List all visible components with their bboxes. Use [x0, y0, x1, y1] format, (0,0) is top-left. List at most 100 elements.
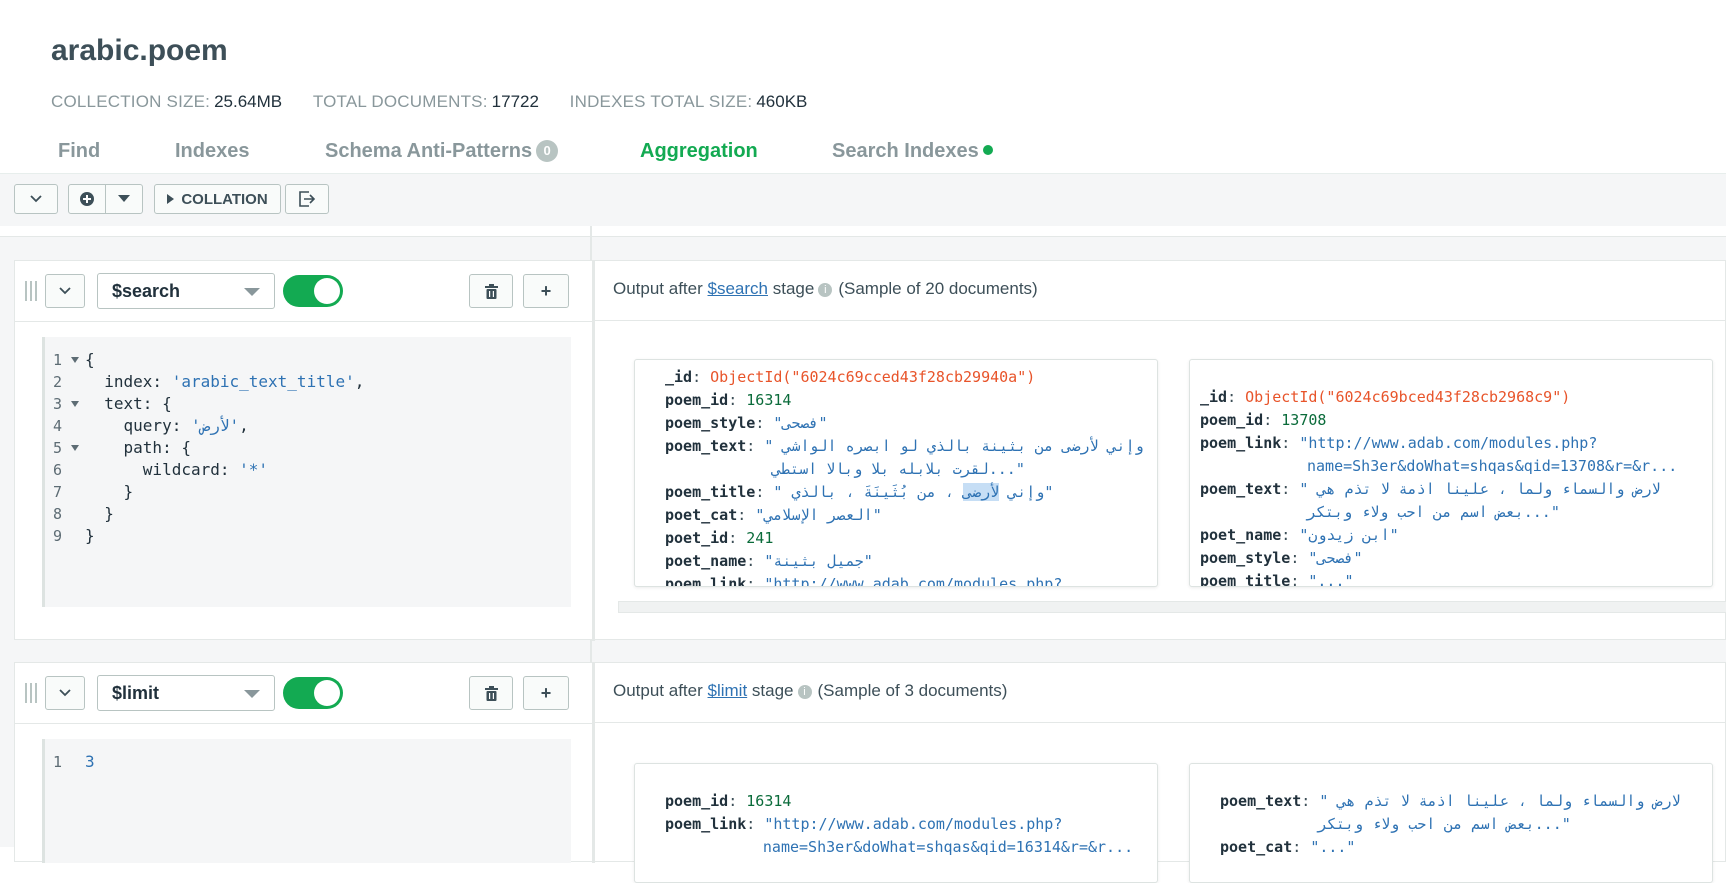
- stage-code-editor[interactable]: 13: [42, 739, 571, 863]
- code-token: }: [85, 504, 114, 523]
- tab-search-indexes[interactable]: Search Indexes: [832, 140, 993, 163]
- drag-handle-icon[interactable]: [25, 683, 39, 703]
- chevron-down-icon: [59, 689, 71, 697]
- code-text: wildcard: '*': [85, 459, 268, 481]
- field-value-continuation: name=Sh3er&doWhat=shqas&qid=16314&r=&r..…: [762, 838, 1134, 856]
- field-value-continuation: name=Sh3er&doWhat=shqas&qid=13708&r=&r..…: [1307, 457, 1678, 475]
- stage-card-search: $search + 1{2 index: 'arabic_text_title'…: [14, 260, 1726, 641]
- field-key: poem_id: [1200, 411, 1264, 429]
- pipeline-workspace: $search + 1{2 index: 'arabic_text_title'…: [0, 226, 1726, 883]
- plus-icon: +: [540, 280, 552, 301]
- stage-operator-select[interactable]: $search: [97, 273, 275, 309]
- code-line: 3 text: {: [45, 393, 565, 415]
- field-value: "ابن زيدون": [1299, 526, 1399, 544]
- stage-operator-link[interactable]: $limit: [708, 681, 748, 700]
- trash-icon: [484, 283, 498, 299]
- line-number: 3: [53, 395, 63, 413]
- stage-collapse-button[interactable]: [45, 676, 85, 710]
- field-key: poet_cat: [665, 506, 738, 524]
- stage-operator-link[interactable]: $search: [708, 279, 768, 298]
- tab-indexes[interactable]: Indexes: [175, 140, 249, 163]
- field-value: " وإني لأرضى من بثينة بالذي لو ابصره الو…: [764, 437, 1144, 455]
- stage-operator-select[interactable]: $limit: [97, 675, 275, 711]
- stage-code-editor[interactable]: 1{2 index: 'arabic_text_title', 3 text: {…: [42, 337, 571, 607]
- output-prefix: Output after: [613, 279, 703, 298]
- toggle-knob: [314, 278, 340, 304]
- document-field: _id: ObjectId("6024c69cced43f28cb29940a"…: [665, 368, 1036, 386]
- search-highlight: لأرضى: [963, 483, 1000, 501]
- fold-caret-icon[interactable]: [71, 401, 79, 407]
- caret-down-icon: [118, 195, 130, 202]
- tab-label: Search Indexes: [832, 140, 979, 162]
- code-text: 3: [85, 751, 95, 773]
- stage-enable-toggle[interactable]: [283, 677, 343, 709]
- stage-collapse-button[interactable]: [45, 274, 85, 308]
- plus-icon: +: [540, 682, 552, 703]
- document-field: poem_link: "http://www.adab.com/modules.…: [1200, 434, 1598, 452]
- add-stage-dropdown-button[interactable]: [105, 184, 143, 214]
- field-value-continuation: لقرت بلابله بلا وبالا استطي...": [772, 460, 1025, 478]
- line-number: 2: [53, 373, 63, 391]
- delete-stage-button[interactable]: [469, 676, 513, 710]
- stage-header: $search +: [15, 261, 592, 322]
- document-field: poem_id: 16314: [665, 391, 792, 409]
- field-value: "http://www.adab.com/modules.php?: [1299, 434, 1598, 452]
- field-value: "...": [1308, 572, 1354, 587]
- stage-header: $limit +: [15, 663, 592, 724]
- stat-label-collection-size: COLLECTION SIZE:: [51, 92, 211, 111]
- code-line: 1{: [45, 349, 565, 371]
- output-header-divider: [595, 320, 1726, 321]
- delete-stage-button[interactable]: [469, 274, 513, 308]
- code-text: }: [85, 481, 134, 503]
- code-token: }: [85, 482, 134, 501]
- tab-find[interactable]: Find: [58, 140, 100, 163]
- field-key: poem_style: [1200, 549, 1291, 567]
- field-key: poem_title: [1200, 572, 1291, 587]
- collation-toggle-button[interactable]: COLLATION: [154, 184, 281, 214]
- code-text: {: [85, 349, 95, 371]
- tab-schema-anti-patterns[interactable]: Schema Anti-Patterns 0: [325, 140, 559, 163]
- code-text: query: 'لأرض',: [85, 415, 249, 437]
- drag-handle-icon[interactable]: [25, 281, 39, 301]
- document-card: poem_id: 16314 poem_link: "http://www.ada…: [634, 763, 1158, 883]
- field-key: poem_id: [665, 391, 729, 409]
- stat-label-indexes-size: INDEXES TOTAL SIZE:: [569, 92, 753, 111]
- tab-label: Find: [58, 140, 101, 162]
- collection-title: arabic.poem: [51, 34, 228, 67]
- document-field: poem_style: "فصحى": [1200, 549, 1363, 567]
- document-card: _id: ObjectId("6024c69bced43f28cb2968c9"…: [1189, 359, 1713, 587]
- add-stage-button[interactable]: [68, 184, 106, 214]
- info-icon[interactable]: i: [818, 283, 833, 297]
- field-key: poem_link: [665, 575, 747, 587]
- field-key: poet_cat: [1220, 838, 1293, 856]
- field-value-continuation: بعض اسم من احب ولاء وبتكر...": [1307, 503, 1560, 521]
- fold-caret-icon[interactable]: [71, 445, 79, 451]
- collapse-all-button[interactable]: [14, 184, 58, 214]
- field-key: poem_id: [665, 792, 729, 810]
- info-icon[interactable]: i: [797, 685, 812, 699]
- status-dot: [982, 145, 993, 155]
- plus-circle-icon: [80, 192, 94, 206]
- tab-label: Aggregation: [640, 140, 758, 162]
- line-number: 8: [53, 505, 63, 523]
- code-line: 6 wildcard: '*': [45, 459, 565, 481]
- tab-aggregation[interactable]: Aggregation: [640, 140, 758, 163]
- horizontal-scrollbar[interactable]: [618, 601, 1726, 613]
- add-stage-after-button[interactable]: +: [523, 676, 569, 710]
- add-stage-after-button[interactable]: +: [523, 274, 569, 308]
- stat-value-indexes-size: 460KB: [756, 92, 808, 111]
- document-field: poem_id: 16314: [665, 792, 792, 810]
- code-token: wildcard:: [85, 460, 240, 479]
- fold-caret-icon[interactable]: [71, 357, 79, 363]
- field-value: " وإني لأرضى ، من بُثَينَةَ ، بالذي": [773, 483, 1054, 501]
- document-field: poem_title: " وإني لأرضى ، من بُثَينَةَ …: [665, 483, 1054, 501]
- code-string: 3: [85, 752, 95, 771]
- collection-stats: COLLECTION SIZE: 25.64MB TOTAL DOCUMENTS:…: [51, 92, 833, 112]
- stage-vertical-divider: [592, 261, 595, 641]
- code-text: }: [85, 503, 114, 525]
- document-field: poet_cat: "...": [1220, 838, 1356, 856]
- field-key: poem_title: [665, 483, 756, 501]
- stage-enable-toggle[interactable]: [283, 275, 343, 307]
- field-value: "http://www.adab.com/modules.php?: [764, 815, 1063, 833]
- export-pipeline-button[interactable]: [285, 184, 329, 214]
